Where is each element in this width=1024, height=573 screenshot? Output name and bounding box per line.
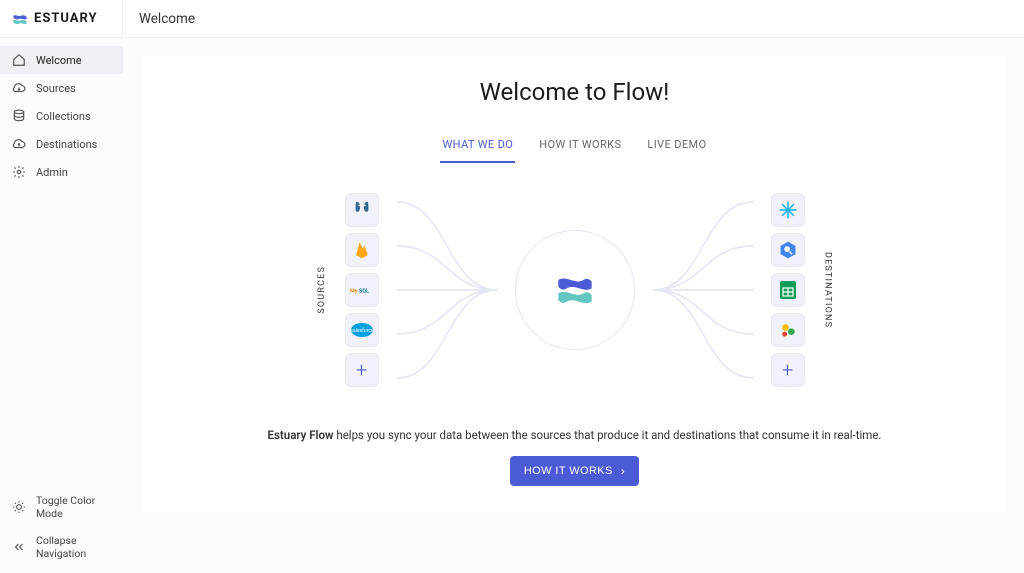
blurb-rest: helps you sync your data between the sou…	[334, 428, 882, 442]
firebase-icon	[345, 233, 379, 267]
svg-text:salesforce: salesforce	[350, 327, 374, 334]
how-it-works-button[interactable]: HOW IT WORKS ›	[510, 456, 639, 486]
source-tiles: MySQL salesforce +	[345, 193, 379, 387]
pipes-right	[653, 180, 753, 400]
page-title: Welcome	[139, 11, 195, 27]
database-icon	[12, 109, 26, 123]
looker-icon	[771, 313, 805, 347]
nav-list: Welcome Sources Collections Destinations…	[0, 38, 123, 186]
svg-text:SQL: SQL	[359, 288, 369, 294]
flow-diagram: SOURCES MySQL salesforce +	[167, 180, 982, 400]
diagram-left-label: SOURCES	[317, 266, 327, 314]
salesforce-icon: salesforce	[345, 313, 379, 347]
gear-icon	[12, 165, 26, 179]
cloud-up-icon	[12, 137, 26, 151]
sidebar-item-label: Welcome	[36, 54, 82, 67]
sidebar-bottom-label: Toggle Color Mode	[36, 494, 111, 520]
tab-how-it-works[interactable]: HOW IT WORKS	[537, 130, 623, 163]
svg-text:My: My	[350, 288, 358, 294]
plus-icon: +	[356, 358, 367, 382]
hero-tabs: WHAT WE DO HOW IT WORKS LIVE DEMO	[167, 130, 982, 164]
welcome-card: Welcome to Flow! WHAT WE DO HOW IT WORKS…	[143, 56, 1006, 512]
chevrons-left-icon	[12, 540, 26, 554]
sidebar-item-label: Sources	[36, 82, 76, 95]
sun-icon	[12, 500, 26, 514]
blurb-lead: Estuary Flow	[268, 428, 334, 442]
sidebar-item-label: Admin	[36, 166, 68, 179]
flow-core-icon	[515, 230, 635, 350]
brand-logo[interactable]: ESTUARY	[0, 0, 123, 37]
sidebar-item-sources[interactable]: Sources	[0, 74, 123, 102]
destination-tiles: +	[771, 193, 805, 387]
home-icon	[12, 53, 26, 67]
sidebar-item-label: Collections	[36, 110, 91, 123]
cta-label: HOW IT WORKS	[524, 465, 613, 477]
sidebar: Welcome Sources Collections Destinations…	[0, 38, 123, 573]
hero-blurb: Estuary Flow helps you sync your data be…	[167, 428, 982, 442]
mysql-icon: MySQL	[345, 273, 379, 307]
sidebar-item-welcome[interactable]: Welcome	[0, 46, 123, 74]
diagram-right-label: DESTINATIONS	[823, 252, 833, 328]
bigquery-icon	[771, 233, 805, 267]
snowflake-icon	[771, 193, 805, 227]
sidebar-bottom-label: Collapse Navigation	[36, 534, 111, 560]
estuary-mark-icon	[12, 11, 28, 27]
sidebar-bottom: Toggle Color Mode Collapse Navigation	[0, 487, 123, 573]
cloud-down-icon	[12, 81, 26, 95]
add-source-button[interactable]: +	[345, 353, 379, 387]
tab-what-we-do[interactable]: WHAT WE DO	[440, 130, 515, 163]
sidebar-item-label: Destinations	[36, 138, 97, 151]
add-destination-button[interactable]: +	[771, 353, 805, 387]
toggle-color-mode-button[interactable]: Toggle Color Mode	[0, 487, 123, 527]
google-sheets-icon	[771, 273, 805, 307]
sidebar-item-destinations[interactable]: Destinations	[0, 130, 123, 158]
chevron-right-icon: ›	[621, 464, 625, 478]
plus-icon: +	[782, 358, 793, 382]
main-content: Welcome to Flow! WHAT WE DO HOW IT WORKS…	[123, 38, 1024, 573]
sidebar-item-admin[interactable]: Admin	[0, 158, 123, 186]
sidebar-item-collections[interactable]: Collections	[0, 102, 123, 130]
hero-title: Welcome to Flow!	[167, 78, 982, 106]
brand-wordmark: ESTUARY	[34, 11, 98, 26]
top-bar: ESTUARY Welcome	[0, 0, 1024, 38]
pipes-left	[397, 180, 497, 400]
collapse-nav-button[interactable]: Collapse Navigation	[0, 527, 123, 567]
tab-live-demo[interactable]: LIVE DEMO	[645, 130, 708, 163]
postgresql-icon	[345, 193, 379, 227]
